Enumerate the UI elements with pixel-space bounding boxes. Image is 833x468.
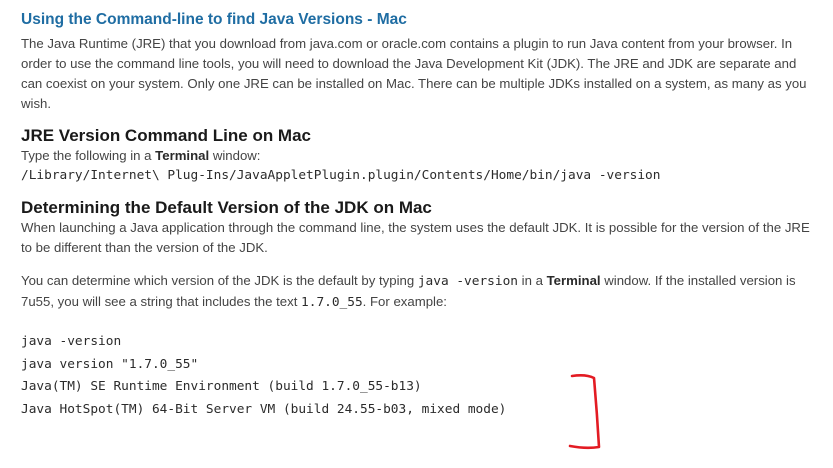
jdk-paragraph-2: You can determine which version of the J… — [21, 273, 796, 310]
jre-command: /Library/Internet\ Plug-Ins/JavaAppletPl… — [21, 168, 661, 183]
code-line: Java HotSpot(TM) 64-Bit Server VM (build… — [21, 401, 507, 417]
jdk-paragraph-1: When launching a Java application throug… — [21, 220, 810, 255]
inline-code: 1.7.0_55 — [301, 295, 363, 310]
jre-heading: JRE Version Command Line on Mac — [21, 126, 312, 145]
article-content: Using the Command-line to find Java Vers… — [21, 10, 811, 421]
code-line: java version "1.7.0_55" — [21, 356, 199, 372]
intro-paragraph: The Java Runtime (JRE) that you download… — [21, 36, 807, 111]
code-line: java -version — [21, 334, 122, 349]
section-title: Using the Command-line to find Java Vers… — [21, 11, 407, 28]
code-example: java -version java version "1.7.0_55" Ja… — [21, 331, 811, 421]
jdk-heading: Determining the Default Version of the J… — [21, 198, 432, 217]
terminal-label: Terminal — [155, 148, 210, 163]
terminal-label: Terminal — [546, 273, 601, 288]
code-line: Java(TM) SE Runtime Environment (build 1… — [21, 379, 422, 394]
inline-code: java -version — [417, 274, 518, 289]
jre-instruction: Type the following in a Terminal window: — [21, 148, 261, 163]
